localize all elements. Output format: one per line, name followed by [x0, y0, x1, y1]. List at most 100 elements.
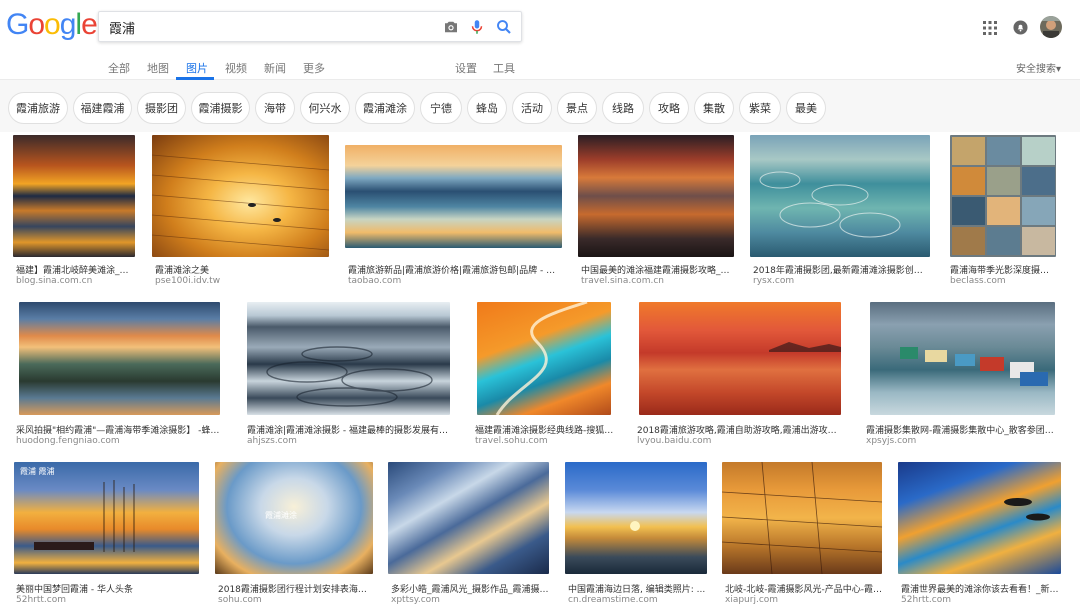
result-image[interactable] [13, 135, 135, 257]
result-image[interactable] [950, 135, 1056, 257]
chip[interactable]: 线路 [602, 92, 644, 124]
search-input[interactable] [109, 16, 429, 38]
result-domain[interactable]: ahjszs.com [247, 436, 450, 446]
result-image[interactable] [870, 302, 1055, 415]
result-caption[interactable]: 采风拍摄"相约霞浦"—霞浦海带季滩涂摄影】 -蜂鸟活动... [16, 423, 221, 436]
result-domain[interactable]: huodong.fengniao.com [16, 436, 221, 446]
notifications-icon[interactable] [1013, 20, 1028, 35]
result-domain[interactable]: rysx.com [753, 276, 929, 286]
chip[interactable]: 霞浦滩涂 [355, 92, 415, 124]
chip[interactable]: 紫菜 [739, 92, 781, 124]
result-caption[interactable]: 中国最美的滩涂福建霞浦摄影攻略_新... [581, 263, 733, 276]
image-watermark: 霞浦滩涂 [265, 511, 297, 520]
result-image[interactable] [345, 145, 562, 248]
result-domain[interactable]: taobao.com [348, 276, 562, 286]
logo-letter: G [6, 8, 29, 41]
microphone-icon[interactable] [468, 18, 486, 36]
result-caption[interactable]: 霞浦滩涂之美 [155, 263, 327, 276]
logo-letter: o [44, 8, 61, 41]
result-caption[interactable]: 霞浦世界最美的滩涂你该去看看！_新加... [901, 582, 1061, 595]
result-domain[interactable]: pse100i.idv.tw [155, 276, 327, 286]
chip[interactable]: 何兴水 [300, 92, 350, 124]
result-caption[interactable]: 霞浦摄影集散网-霞浦摄影集散中心_散客参团_霞浦... [866, 423, 1056, 436]
result-image-graphic [1004, 498, 1050, 521]
tab-images[interactable]: 图片 [186, 60, 208, 76]
chip[interactable]: 活动 [512, 92, 552, 124]
result-image[interactable] [19, 302, 220, 415]
result-domain[interactable]: 52hrtt.com [901, 595, 1061, 605]
result-image[interactable] [722, 462, 882, 574]
result-caption[interactable]: 2018年霞浦摄影团,最新霞浦滩涂摄影创作团-... [753, 263, 929, 276]
result-domain[interactable]: xpttsy.com [391, 595, 549, 605]
chip[interactable]: 霞浦摄影 [191, 92, 250, 124]
result-caption[interactable]: 中国霞浦海边日落, 编辑类照片: ... [568, 582, 707, 595]
result-image[interactable] [578, 135, 734, 257]
chip[interactable]: 集散 [694, 92, 734, 124]
result-caption[interactable]: 多彩小皓_霞浦风光_摄影作品_霞浦摄影... [391, 582, 549, 595]
apps-grid-icon[interactable] [983, 21, 997, 35]
result-domain[interactable]: blog.sina.com.cn [16, 276, 134, 286]
result-caption[interactable]: 霞浦滩涂|霞浦滩涂摄影 - 福建最棒的摄影发展有限公司 [247, 423, 450, 436]
chip[interactable]: 海带 [255, 92, 295, 124]
top-bar: Google 全部 地图 图片 视频 新闻 更多 设置 工具 [0, 0, 1080, 80]
logo-letter: g [59, 8, 77, 41]
result-caption[interactable]: 福建霞浦滩涂摄影经典线路-搜狐旅游 [475, 423, 615, 436]
chip[interactable]: 蜂岛 [467, 92, 507, 124]
result-image-graphic [722, 462, 882, 574]
result-image[interactable]: 霞浦滩涂 [215, 462, 373, 574]
result-image-graphic [769, 342, 841, 352]
result-domain[interactable]: travel.sohu.com [475, 436, 615, 446]
result-image-graphic [152, 154, 329, 251]
result-caption[interactable]: 美丽中国梦回霞浦 - 华人头条 [16, 582, 199, 595]
result-image[interactable] [477, 302, 611, 415]
chip[interactable]: 福建霞浦 [73, 92, 132, 124]
result-caption[interactable]: 2018霞浦旅游攻略,霞浦自助游攻略,霞浦出游攻略游记-... [637, 423, 842, 436]
google-logo[interactable]: Google [6, 8, 98, 42]
result-image-graphic [34, 480, 135, 552]
chip[interactable]: 宁德 [420, 92, 462, 124]
result-caption[interactable]: 福建】霞浦北岐醉美滩涂_快... [16, 263, 134, 276]
result-image-graphic [759, 171, 901, 238]
tab-videos[interactable]: 视频 [225, 60, 247, 76]
tab-news[interactable]: 新闻 [264, 60, 286, 76]
result-domain[interactable]: xiapurj.com [725, 595, 882, 605]
chip[interactable]: 摄影团 [137, 92, 186, 124]
result-domain[interactable]: travel.sina.com.cn [581, 276, 733, 286]
result-image[interactable]: 霞浦 霞浦 [14, 462, 199, 574]
result-image[interactable] [152, 135, 329, 257]
safesearch-toggle[interactable]: 安全搜索▾ [1016, 60, 1061, 75]
avatar[interactable] [1040, 16, 1062, 38]
tab-all[interactable]: 全部 [108, 60, 130, 76]
result-domain[interactable]: lvyou.baidu.com [637, 436, 842, 446]
result-image[interactable] [247, 302, 450, 415]
result-caption[interactable]: 2018霞浦摄影团行程计划安排表海带摄... [218, 582, 373, 595]
tab-maps[interactable]: 地图 [147, 60, 169, 76]
tab-tools[interactable]: 工具 [493, 60, 515, 76]
result-image-graphic [266, 346, 433, 407]
tab-more[interactable]: 更多 [303, 60, 325, 76]
chip[interactable]: 霞浦旅游 [8, 92, 68, 124]
result-image[interactable] [639, 302, 841, 415]
result-domain[interactable]: 52hrtt.com [16, 595, 199, 605]
result-image[interactable] [898, 462, 1061, 574]
result-image-graphic [630, 521, 640, 531]
result-caption[interactable]: 霞浦旅游新品|霞浦旅游价格|霞浦旅游包邮|品牌 - 淘宝海外 [348, 263, 562, 276]
chip[interactable]: 攻略 [649, 92, 689, 124]
result-image[interactable] [388, 462, 549, 574]
result-image-graphic [952, 137, 1055, 255]
result-domain[interactable]: cn.dreamstime.com [568, 595, 707, 605]
result-caption[interactable]: 霞浦海带季光影深度摄影... [950, 263, 1056, 276]
chip[interactable]: 最美 [786, 92, 826, 124]
result-domain[interactable]: sohu.com [218, 595, 373, 605]
logo-letter: o [28, 8, 45, 41]
result-domain[interactable]: xpsyjs.com [866, 436, 1056, 446]
result-image[interactable] [750, 135, 930, 257]
tab-settings[interactable]: 设置 [455, 60, 477, 76]
result-caption[interactable]: 北岐-北岐-霞浦摄影风光-产品中心-霞浦... [725, 582, 882, 595]
camera-icon[interactable] [442, 18, 460, 36]
chip[interactable]: 景点 [557, 92, 597, 124]
search-icon[interactable] [495, 18, 513, 36]
result-image[interactable] [565, 462, 707, 574]
result-domain[interactable]: beclass.com [950, 276, 1056, 286]
image-watermark: 霞浦 霞浦 [20, 467, 55, 476]
